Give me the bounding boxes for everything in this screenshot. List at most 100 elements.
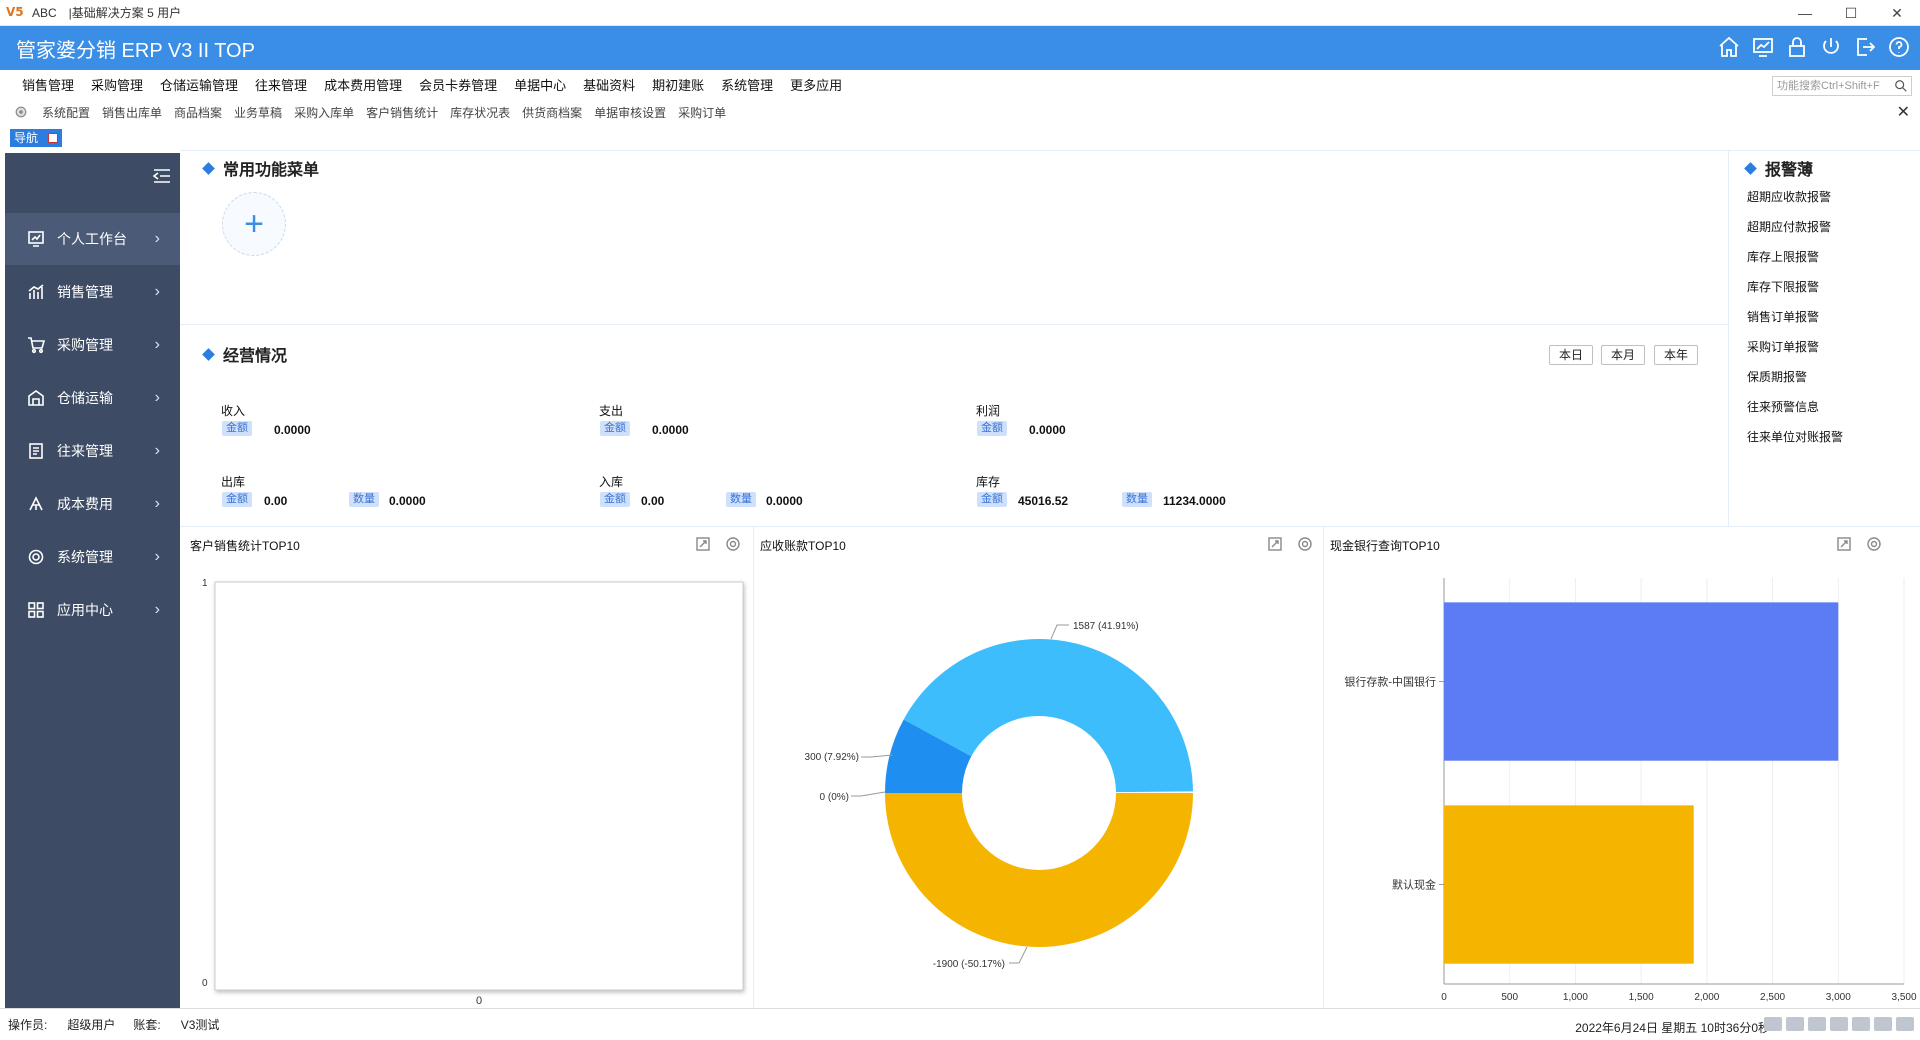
sidebar-item-label: 应用中心 xyxy=(57,602,113,618)
alert-overdue-payable[interactable]: 超期应付款报警 xyxy=(1747,218,1831,235)
quick-item-stock-status[interactable]: 库存状况表 xyxy=(450,104,510,121)
quick-item-purchase-order[interactable]: 采购订单 xyxy=(678,104,726,121)
home-icon[interactable] xyxy=(1714,32,1744,62)
sidebar-item-label: 成本费用 xyxy=(57,496,113,512)
home-icon[interactable] xyxy=(1896,1017,1914,1031)
function-search-input[interactable]: 功能搜索Ctrl+Shift+F xyxy=(1772,76,1912,96)
alert-overdue-receivable[interactable]: 超期应收款报警 xyxy=(1747,188,1831,205)
sidebar-item-cost[interactable]: 成本费用 › xyxy=(5,478,180,530)
add-function-button[interactable]: + xyxy=(222,192,286,256)
business-title-text: 经营情况 xyxy=(223,348,288,365)
chart-customer-sales: 1 0 0 xyxy=(202,578,744,1007)
x-tick-label: 0 xyxy=(476,995,482,1007)
leader-line xyxy=(861,754,894,758)
alert-account-warning[interactable]: 往来预警信息 xyxy=(1747,398,1819,415)
period-month-button[interactable]: 本月 xyxy=(1601,345,1645,365)
bar[interactable] xyxy=(1444,805,1694,964)
quick-item-customer-sales-stats[interactable]: 客户销售统计 xyxy=(366,104,438,121)
menu-item-documents[interactable]: 单据中心 xyxy=(514,75,566,94)
help-icon[interactable] xyxy=(1884,32,1914,62)
category-label: 默认现金 xyxy=(1392,878,1436,892)
menu-item-opening[interactable]: 期初建账 xyxy=(652,75,704,94)
quick-item-product-archive[interactable]: 商品档案 xyxy=(174,104,222,121)
menu-item-more[interactable]: 更多应用 xyxy=(790,75,842,94)
chart-cash-bank: 0 500 1,000 1,500 2,000 2,500 3,000 3,500 银行存款-中… xyxy=(1344,578,1917,1003)
chevron-right-icon: › xyxy=(154,389,160,406)
alerts-title-text: 报警薄 xyxy=(1765,162,1814,179)
menu-item-system[interactable]: 系统管理 xyxy=(721,75,773,94)
app-title: 管家婆分销 ERP V3 II TOP xyxy=(16,39,255,62)
expand-icon[interactable] xyxy=(1836,536,1852,552)
menu-item-basic-data[interactable]: 基础资料 xyxy=(583,75,635,94)
menu-item-accounts[interactable]: 往来管理 xyxy=(255,75,307,94)
menu-item-warehouse[interactable]: 仓储运输管理 xyxy=(160,75,238,94)
menu-collapse-icon[interactable] xyxy=(152,167,172,185)
gear-icon[interactable] xyxy=(725,536,741,552)
close-button[interactable]: ✕ xyxy=(1874,0,1920,26)
profit-amount: 0.0000 xyxy=(1029,423,1066,437)
inbound-amount: 0.00 xyxy=(641,494,665,508)
gear-icon[interactable] xyxy=(1297,536,1313,552)
logout-icon[interactable] xyxy=(1850,32,1880,62)
alert-shelf-life[interactable]: 保质期报警 xyxy=(1747,368,1807,385)
layout-icon[interactable] xyxy=(1830,1017,1848,1031)
sidebar-item-warehouse[interactable]: 仓储运输 › xyxy=(5,372,180,424)
expand-icon[interactable] xyxy=(695,536,711,552)
sidebar-item-sales[interactable]: 销售管理 › xyxy=(5,266,180,318)
alert-stock-lower[interactable]: 库存下限报警 xyxy=(1747,278,1819,295)
menu-item-sales[interactable]: 销售管理 xyxy=(22,75,74,94)
menu-item-purchase[interactable]: 采购管理 xyxy=(91,75,143,94)
edit-icon[interactable] xyxy=(1808,1017,1826,1031)
chat-icon[interactable] xyxy=(1764,1017,1782,1031)
quick-item-business-draft[interactable]: 业务草稿 xyxy=(234,104,282,121)
close-tab-icon[interactable]: ✕ xyxy=(1897,102,1910,122)
menu-item-cost[interactable]: 成本费用管理 xyxy=(324,75,402,94)
account-value: V3测试 xyxy=(180,1018,220,1032)
period-today-button[interactable]: 本日 xyxy=(1549,345,1593,365)
sidebar-item-system[interactable]: 系统管理 › xyxy=(5,531,180,583)
menu-item-member[interactable]: 会员卡券管理 xyxy=(419,75,497,94)
alert-sales-order[interactable]: 销售订单报警 xyxy=(1747,308,1819,325)
alert-stock-upper[interactable]: 库存上限报警 xyxy=(1747,248,1819,265)
alert-unit-reconciliation[interactable]: 往来单位对账报警 xyxy=(1747,428,1843,445)
power-icon[interactable] xyxy=(1816,32,1846,62)
expand-icon[interactable] xyxy=(1267,536,1283,552)
grid-icon[interactable] xyxy=(1852,1017,1870,1031)
quick-item-supplier-archive[interactable]: 供货商档案 xyxy=(522,104,582,121)
chart-plot-area xyxy=(214,581,744,991)
notes-icon[interactable] xyxy=(1786,1017,1804,1031)
sidebar-item-purchase[interactable]: 采购管理 › xyxy=(5,319,180,371)
bar[interactable] xyxy=(1444,602,1839,761)
chart-title-customer-sales: 客户销售统计TOP10 xyxy=(190,539,300,553)
search-icon[interactable] xyxy=(1894,79,1908,93)
maximize-button[interactable]: ☐ xyxy=(1828,0,1874,26)
minimize-button[interactable]: — xyxy=(1782,0,1828,26)
divider xyxy=(180,526,1920,527)
period-year-button[interactable]: 本年 xyxy=(1654,345,1698,365)
amount-tag: 金额 xyxy=(600,421,630,436)
quick-item-doc-audit-settings[interactable]: 单据审核设置 xyxy=(594,104,666,121)
quick-item-purchase-inbound[interactable]: 采购入库单 xyxy=(294,104,354,121)
sidebar-item-app-center[interactable]: 应用中心 › xyxy=(5,584,180,636)
alerts-title: 报警薄 xyxy=(1744,156,1814,180)
account-label: 账套: xyxy=(133,1018,161,1032)
apps-icon[interactable] xyxy=(1874,1017,1892,1031)
gear-icon[interactable] xyxy=(1866,536,1882,552)
quick-item-system-config[interactable]: 系统配置 xyxy=(42,104,90,121)
amount-tag: 金额 xyxy=(222,421,252,436)
lock-icon[interactable] xyxy=(1782,32,1812,62)
profit-label: 利润 xyxy=(976,404,1001,418)
main-menu-bar: 销售管理 采购管理 仓储运输管理 往来管理 成本费用管理 会员卡券管理 单据中心… xyxy=(0,70,1920,98)
chevron-right-icon: › xyxy=(154,601,160,618)
monitor-icon[interactable] xyxy=(1748,32,1778,62)
chart-receivables: 1587 (41.91%) 300 (7.92%) 0 (0%) -1900 (-50… xyxy=(805,621,1193,970)
sidebar-item-workbench[interactable]: 个人工作台 › xyxy=(5,213,180,265)
amount-tag: 金额 xyxy=(977,421,1007,436)
quick-item-sales-outbound[interactable]: 销售出库单 xyxy=(102,104,162,121)
nav-tab[interactable]: 导航 xyxy=(10,129,62,147)
inbound-quantity: 0.0000 xyxy=(766,494,803,508)
alert-purchase-order[interactable]: 采购订单报警 xyxy=(1747,338,1819,355)
operator-label: 操作员: xyxy=(8,1018,48,1032)
sidebar-item-accounts[interactable]: 往来管理 › xyxy=(5,425,180,477)
gear-icon[interactable] xyxy=(14,105,28,119)
